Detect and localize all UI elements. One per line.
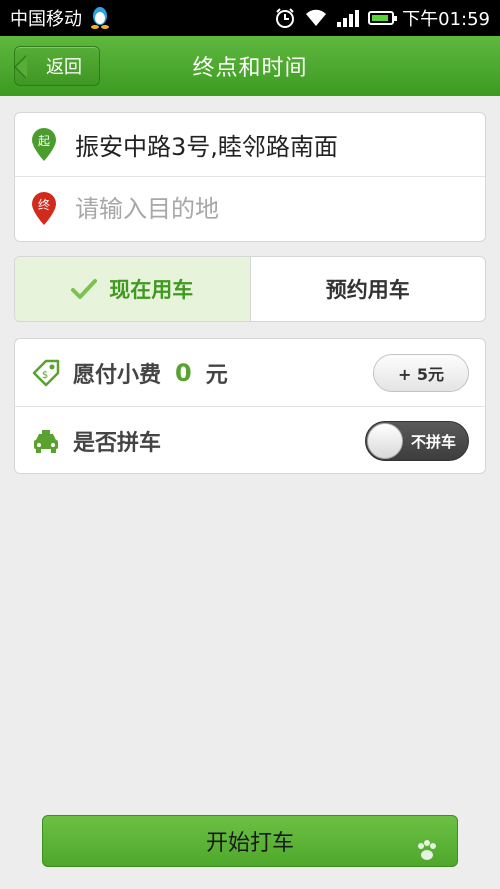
signal-icon <box>337 10 360 27</box>
ride-time-segment: 现在用车 预约用车 <box>14 256 486 322</box>
price-tag-icon: $ <box>32 359 60 386</box>
tip-row: $ 愿付小费 0 元 + 5元 <box>15 339 485 407</box>
tip-label: 愿付小费 <box>73 362 162 388</box>
tab-reserve-ride[interactable]: 预约用车 <box>251 257 486 321</box>
address-card: 起 振安中路3号,睦邻路南面 终 <box>14 112 486 242</box>
carpool-toggle[interactable]: 不拼车 <box>365 421 469 461</box>
taxi-icon <box>34 430 58 453</box>
start-badge: 起 <box>38 134 50 148</box>
tab-ride-now-label: 现在用车 <box>109 278 194 302</box>
title-bar: 返回 终点和时间 <box>0 36 500 96</box>
carrier-label: 中国移动 <box>10 9 82 30</box>
status-bar: 中国移动 下午01:59 <box>0 0 500 36</box>
start-address-row[interactable]: 起 振安中路3号,睦邻路南面 <box>15 113 485 177</box>
add-tip-button[interactable]: + 5元 <box>373 353 469 392</box>
carpool-toggle-label: 不拼车 <box>410 433 456 451</box>
tab-reserve-ride-label: 预约用车 <box>325 278 410 302</box>
start-taxi-button[interactable]: 开始打车 <box>42 815 458 867</box>
carpool-row: 是否拼车 不拼车 <box>15 407 485 475</box>
destination-pin-icon: 终 <box>32 192 56 225</box>
destination-badge: 终 <box>38 197 50 212</box>
status-left: 中国移动 <box>10 5 110 31</box>
destination-input[interactable] <box>75 195 435 223</box>
start-pin-icon: 起 <box>32 127 56 161</box>
destination-row[interactable]: 终 <box>15 177 485 241</box>
tip-value: 0 <box>175 358 192 387</box>
svg-text:$: $ <box>42 370 48 381</box>
options-card: $ 愿付小费 0 元 + 5元 是否拼车 不拼车 <box>14 338 486 474</box>
back-button[interactable]: 返回 <box>14 46 100 86</box>
qq-icon <box>91 7 109 29</box>
page-title: 终点和时间 <box>192 56 308 81</box>
wifi-icon <box>306 9 327 27</box>
status-right: 下午01:59 <box>274 5 490 31</box>
toggle-knob <box>367 423 403 459</box>
back-button-label: 返回 <box>46 57 82 78</box>
carpool-left: 是否拼车 <box>31 425 161 457</box>
alarm-icon <box>276 8 295 28</box>
tip-unit: 元 <box>205 362 228 388</box>
carpool-label: 是否拼车 <box>73 431 162 456</box>
tab-ride-now[interactable]: 现在用车 <box>15 257 251 321</box>
start-address-text: 振安中路3号,睦邻路南面 <box>75 133 338 161</box>
start-taxi-button-label: 开始打车 <box>205 831 294 856</box>
clock-label: 下午01:59 <box>402 9 490 30</box>
tip-left: $ 愿付小费 0 元 <box>31 357 228 389</box>
check-icon <box>71 279 98 299</box>
battery-icon <box>368 11 398 25</box>
